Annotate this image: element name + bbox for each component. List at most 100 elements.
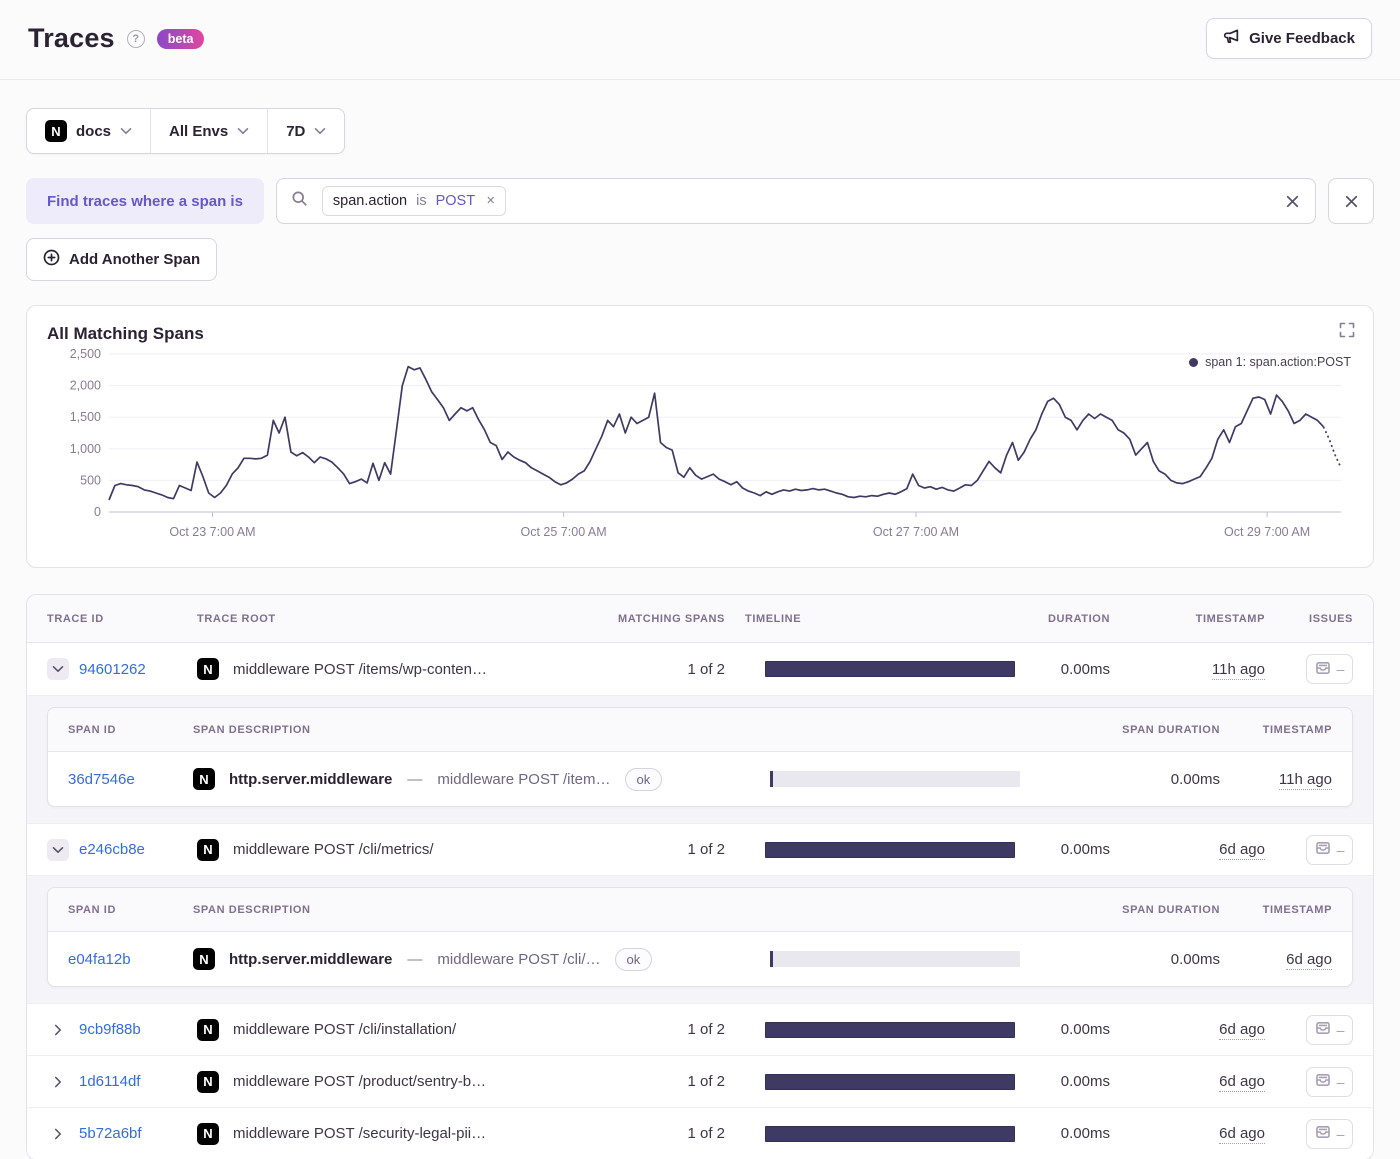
col-span-description: Span Description bbox=[193, 903, 311, 916]
span-duration-value: 0.00ms bbox=[1170, 950, 1220, 968]
chart-legend: span 1: span.action:POST bbox=[1189, 355, 1351, 369]
timeline-bar[interactable] bbox=[765, 1073, 1015, 1090]
col-timestamp: Timestamp bbox=[1195, 612, 1265, 625]
timestamp-value[interactable]: 11h ago bbox=[1211, 660, 1265, 680]
svg-text:2,500: 2,500 bbox=[70, 347, 101, 361]
span-timeline-bar[interactable] bbox=[770, 951, 1020, 967]
span-table-header: Span ID Span Description Span Duration T… bbox=[48, 708, 1352, 752]
environment-label: All Envs bbox=[169, 122, 229, 140]
give-feedback-label: Give Feedback bbox=[1249, 30, 1355, 47]
col-span-id: Span ID bbox=[68, 903, 117, 916]
svg-text:1,000: 1,000 bbox=[70, 442, 101, 456]
span-timestamp-value[interactable]: 6d ago bbox=[1286, 950, 1332, 970]
add-another-span-button[interactable]: Add Another Span bbox=[26, 238, 218, 281]
chevron-down-icon bbox=[314, 127, 326, 135]
expand-chevron-button[interactable] bbox=[47, 1019, 69, 1041]
issues-button[interactable]: – bbox=[1306, 1014, 1353, 1045]
table-row[interactable]: 9cb9f88b N middleware POST /cli/installa… bbox=[27, 1003, 1373, 1055]
span-timestamp-value[interactable]: 11h ago bbox=[1278, 770, 1332, 790]
span-table-header: Span ID Span Description Span Duration T… bbox=[48, 888, 1352, 932]
issues-archive-icon bbox=[1315, 840, 1331, 859]
col-duration: Duration bbox=[1047, 612, 1110, 625]
issues-dash: – bbox=[1336, 1073, 1345, 1090]
issues-button[interactable]: – bbox=[1306, 654, 1353, 684]
span-id-link[interactable]: 36d7546e bbox=[68, 771, 193, 788]
trace-id-link[interactable]: 94601262 bbox=[79, 661, 146, 678]
trace-id-link[interactable]: 5b72a6bf bbox=[79, 1125, 142, 1142]
issues-button[interactable]: – bbox=[1306, 1118, 1353, 1149]
timeline-bar[interactable] bbox=[765, 841, 1015, 858]
clear-search-button[interactable] bbox=[1284, 193, 1301, 210]
remove-span-row-button[interactable] bbox=[1328, 178, 1374, 224]
project-icon: N bbox=[45, 120, 67, 142]
token-value: POST bbox=[435, 193, 476, 209]
issues-dash: – bbox=[1336, 1021, 1345, 1038]
issues-dash: – bbox=[1336, 1125, 1345, 1142]
duration-value: 0.00ms bbox=[1060, 1073, 1110, 1090]
span-search-input[interactable]: span.action is POST ✕ bbox=[275, 178, 1316, 224]
col-trace-root: Trace Root bbox=[197, 612, 276, 625]
project-icon: N bbox=[197, 838, 219, 861]
col-timeline: Timeline bbox=[745, 612, 802, 625]
spans-line-chart[interactable]: 0 500 1,000 1,500 2,000 2,500 Oct 23 7:00 AM Oc… bbox=[47, 344, 1353, 556]
page-title: Traces bbox=[28, 23, 115, 53]
issues-button[interactable]: – bbox=[1306, 834, 1353, 865]
period-selector[interactable]: 7D bbox=[267, 109, 344, 153]
fullscreen-expand-button[interactable] bbox=[1339, 322, 1355, 341]
issues-button[interactable]: – bbox=[1306, 1066, 1353, 1097]
legend-label: span 1: span.action:POST bbox=[1205, 355, 1351, 369]
matching-spans-count: 1 of 2 bbox=[687, 1125, 725, 1142]
matching-spans-count: 1 of 2 bbox=[687, 660, 725, 678]
span-status-badge: ok bbox=[624, 767, 663, 791]
help-icon[interactable]: ? bbox=[126, 29, 145, 48]
span-op-name: http.server.middleware bbox=[229, 950, 393, 968]
megaphone-icon bbox=[1223, 28, 1240, 49]
trace-id-link[interactable]: 1d6114df bbox=[79, 1073, 140, 1090]
span-timeline-bar[interactable] bbox=[770, 771, 1020, 787]
span-panel: Span ID Span Description Span Duration T… bbox=[47, 887, 1353, 987]
table-row[interactable]: e246cb8e N middleware POST /cli/metrics/… bbox=[27, 823, 1373, 875]
span-id-link[interactable]: e04fa12b bbox=[68, 951, 193, 968]
plus-circle-icon bbox=[43, 249, 60, 270]
trace-id-link[interactable]: 9cb9f88b bbox=[79, 1021, 141, 1038]
col-span-timestamp: Timestamp bbox=[1262, 903, 1332, 916]
col-span-description: Span Description bbox=[193, 723, 311, 736]
add-another-span-label: Add Another Span bbox=[69, 251, 201, 268]
span-row[interactable]: 36d7546e N http.server.middleware — midd… bbox=[48, 752, 1352, 806]
token-remove-icon[interactable]: ✕ bbox=[484, 195, 495, 207]
span-row[interactable]: e04fa12b N http.server.middleware — midd… bbox=[48, 932, 1352, 986]
matching-spans-count: 1 of 2 bbox=[687, 1021, 725, 1038]
issues-archive-icon bbox=[1315, 1124, 1331, 1143]
span-description-text: middleware POST /item… bbox=[437, 770, 611, 788]
timeline-bar[interactable] bbox=[765, 661, 1015, 677]
give-feedback-button[interactable]: Give Feedback bbox=[1206, 18, 1372, 59]
duration-value: 0.00ms bbox=[1060, 1021, 1110, 1038]
expand-chevron-button[interactable] bbox=[47, 838, 69, 861]
project-icon: N bbox=[193, 948, 215, 970]
trace-id-link[interactable]: e246cb8e bbox=[79, 841, 145, 858]
col-span-timestamp: Timestamp bbox=[1262, 723, 1332, 736]
table-row[interactable]: 94601262 N middleware POST /items/wp-con… bbox=[27, 643, 1373, 695]
col-trace-id: Trace ID bbox=[47, 612, 104, 625]
expand-chevron-button[interactable] bbox=[47, 658, 69, 680]
environment-selector[interactable]: All Envs bbox=[150, 109, 267, 153]
expand-chevron-button[interactable] bbox=[47, 1123, 69, 1145]
timestamp-value[interactable]: 6d ago bbox=[1219, 1073, 1265, 1092]
timestamp-value[interactable]: 6d ago bbox=[1219, 841, 1265, 860]
timeline-bar[interactable] bbox=[765, 1125, 1015, 1142]
col-span-duration: Span Duration bbox=[1122, 723, 1220, 736]
project-selector[interactable]: N docs bbox=[27, 109, 150, 153]
expand-chevron-button[interactable] bbox=[47, 1071, 69, 1093]
svg-text:Oct 27 7:00 AM: Oct 27 7:00 AM bbox=[873, 525, 959, 539]
timestamp-value[interactable]: 6d ago bbox=[1219, 1125, 1265, 1144]
timeline-bar[interactable] bbox=[765, 1021, 1015, 1038]
span-op-name: http.server.middleware bbox=[229, 770, 393, 788]
duration-value: 0.00ms bbox=[1060, 841, 1110, 858]
token-key: span.action bbox=[332, 193, 408, 209]
span-query-row: Find traces where a span is span.action … bbox=[26, 178, 1374, 224]
timestamp-value[interactable]: 6d ago bbox=[1219, 1021, 1265, 1040]
filter-token[interactable]: span.action is POST ✕ bbox=[321, 186, 507, 216]
chevron-down-icon bbox=[237, 127, 249, 135]
table-row[interactable]: 1d6114df N middleware POST /product/sent… bbox=[27, 1055, 1373, 1107]
table-row[interactable]: 5b72a6bf N middleware POST /security-leg… bbox=[27, 1107, 1373, 1159]
